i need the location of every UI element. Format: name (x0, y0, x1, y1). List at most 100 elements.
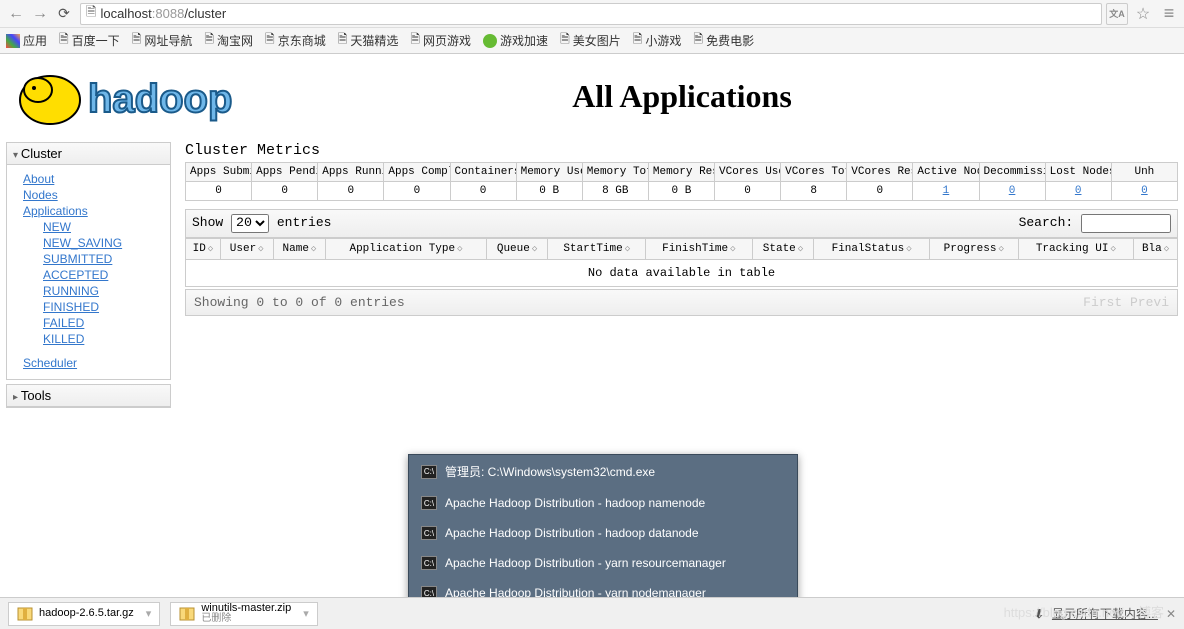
column-header[interactable]: FinalStatus◇ (814, 239, 930, 260)
taskbar-item[interactable]: C:\管理员: C:\Windows\system32\cmd.exe (409, 455, 797, 488)
metrics-header: Memory Reserved (648, 163, 714, 182)
cmd-icon: C:\ (421, 556, 437, 570)
bookmark-item[interactable]: 🗎 美女图片 (560, 30, 621, 51)
sidebar-link-running[interactable]: RUNNING (43, 283, 162, 299)
metrics-header: Apps Pending (252, 163, 318, 182)
browser-toolbar: ← → ⟳ 🗎 localhost:8088/cluster 文A ☆ ≡ (0, 0, 1184, 28)
metrics-value: 0 (450, 182, 516, 201)
metrics-value: 0 (252, 182, 318, 201)
sidebar-link-failed[interactable]: FAILED (43, 315, 162, 331)
no-data-message: No data available in table (185, 260, 1178, 287)
column-header[interactable]: Queue◇ (486, 239, 548, 260)
forward-button[interactable]: → (28, 2, 52, 26)
bookmark-item[interactable]: 🗎 淘宝网 (204, 30, 253, 51)
sidebar-link-new-saving[interactable]: NEW_SAVING (43, 235, 162, 251)
entries-select[interactable]: 20 (231, 214, 269, 233)
column-header[interactable]: FinishTime◇ (646, 239, 753, 260)
metrics-value[interactable]: 1 (913, 182, 979, 201)
column-header[interactable]: Tracking UI◇ (1018, 239, 1134, 260)
cmd-icon: C:\ (421, 465, 437, 479)
metrics-value[interactable]: 0 (1111, 182, 1177, 201)
sidebar-section-cluster[interactable]: Cluster (7, 143, 170, 165)
metrics-header: Lost Nodes (1045, 163, 1111, 182)
column-header[interactable]: Progress◇ (929, 239, 1018, 260)
sidebar-link-nodes[interactable]: Nodes (23, 187, 162, 203)
metrics-value: 0 (715, 182, 781, 201)
sidebar-section-tools[interactable]: Tools (7, 385, 170, 407)
bookmarks-bar: 应用 🗎 百度一下 🗎 网址导航 🗎 淘宝网 🗎 京东商城 🗎 天猫精选 🗎 网… (0, 28, 1184, 54)
metrics-value: 0 (186, 182, 252, 201)
bookmark-item[interactable]: 🗎 网页游戏 (410, 30, 471, 51)
metrics-value[interactable]: 0 (979, 182, 1045, 201)
bookmark-item[interactable]: 🗎 百度一下 (59, 30, 120, 51)
metrics-header: Memory Total (582, 163, 648, 182)
cluster-metrics-title: Cluster Metrics (185, 142, 1178, 159)
metrics-header: Unh (1111, 163, 1177, 182)
translate-icon[interactable]: 文A (1106, 3, 1128, 25)
column-header[interactable]: Name◇ (273, 239, 326, 260)
cmd-icon: C:\ (421, 496, 437, 510)
column-header[interactable]: Bla◇ (1134, 239, 1178, 260)
metrics-value: 0 B (516, 182, 582, 201)
sidebar-link-new[interactable]: NEW (43, 219, 162, 235)
chevron-down-icon[interactable]: ▾ (146, 607, 152, 620)
hadoop-logo: hadoop (10, 60, 290, 132)
sidebar-link-about[interactable]: About (23, 171, 162, 187)
pager-prev[interactable]: Previ (1130, 295, 1169, 310)
metrics-header: Apps Submitted (186, 163, 252, 182)
cmd-icon: C:\ (421, 526, 437, 540)
taskbar-item[interactable]: C:\Apache Hadoop Distribution - hadoop d… (409, 518, 797, 548)
metrics-header: Containers Running (450, 163, 516, 182)
show-all-downloads-link[interactable]: 显示所有下载内容... (1052, 605, 1158, 622)
sidebar-link-applications[interactable]: Applications (23, 203, 162, 219)
pager-first[interactable]: First (1083, 295, 1122, 310)
sidebar-link-submitted[interactable]: SUBMITTED (43, 251, 162, 267)
applications-table: ID◇User◇Name◇Application Type◇Queue◇Star… (185, 238, 1178, 260)
metrics-header: VCores Total (781, 163, 847, 182)
bookmark-item[interactable]: 🗎 小游戏 (633, 30, 682, 51)
metrics-value: 0 B (648, 182, 714, 201)
metrics-value[interactable]: 0 (1045, 182, 1111, 201)
download-item[interactable]: hadoop-2.6.5.tar.gz ▾ (8, 602, 160, 626)
archive-icon (17, 606, 33, 622)
column-header[interactable]: State◇ (752, 239, 814, 260)
page-title: All Applications (290, 78, 1174, 115)
back-button[interactable]: ← (4, 2, 28, 26)
metrics-header: VCores Reserved (847, 163, 913, 182)
search-input[interactable] (1081, 214, 1171, 233)
metrics-value: 0 (384, 182, 450, 201)
bookmark-item[interactable]: 🗎 京东商城 (265, 30, 326, 51)
column-header[interactable]: Application Type◇ (326, 239, 486, 260)
url-bar[interactable]: 🗎 localhost:8088/cluster (80, 3, 1102, 25)
metrics-value: 0 (847, 182, 913, 201)
hamburger-menu-icon[interactable]: ≡ (1158, 3, 1180, 25)
sidebar-link-accepted[interactable]: ACCEPTED (43, 267, 162, 283)
entries-label: entries (277, 215, 332, 230)
close-shelf-button[interactable]: ✕ (1166, 607, 1176, 621)
column-header[interactable]: StartTime◇ (548, 239, 646, 260)
sidebar-link-scheduler[interactable]: Scheduler (23, 355, 77, 371)
reload-button[interactable]: ⟳ (52, 2, 76, 26)
download-shelf: hadoop-2.6.5.tar.gz ▾ winutils-master.zi… (0, 597, 1184, 629)
bookmark-item[interactable]: 🗎 免费电影 (693, 30, 754, 51)
show-label: Show (192, 215, 223, 230)
download-item[interactable]: winutils-master.zip 已删除 ▾ (170, 602, 317, 626)
bookmark-item[interactable]: 🗎 网址导航 (132, 30, 193, 51)
sidebar-link-killed[interactable]: KILLED (43, 331, 162, 347)
taskbar-item[interactable]: C:\Apache Hadoop Distribution - yarn res… (409, 548, 797, 578)
metrics-header: Memory Used (516, 163, 582, 182)
sidebar-link-finished[interactable]: FINISHED (43, 299, 162, 315)
bookmark-item[interactable]: 游戏加速 (483, 32, 548, 49)
taskbar-preview-popup: C:\管理员: C:\Windows\system32\cmd.exe C:\A… (408, 454, 798, 609)
bookmark-item[interactable]: 🗎 天猫精选 (338, 30, 399, 51)
taskbar-item[interactable]: C:\Apache Hadoop Distribution - hadoop n… (409, 488, 797, 518)
svg-text:hadoop: hadoop (88, 77, 232, 121)
archive-icon (179, 606, 195, 622)
column-header[interactable]: ID◇ (186, 239, 221, 260)
apps-button[interactable]: 应用 (6, 32, 47, 49)
column-header[interactable]: User◇ (220, 239, 273, 260)
chevron-down-icon[interactable]: ▾ (303, 607, 309, 620)
download-name: hadoop-2.6.5.tar.gz (39, 608, 134, 619)
metrics-header: Apps Running (318, 163, 384, 182)
bookmark-star-icon[interactable]: ☆ (1132, 3, 1154, 25)
